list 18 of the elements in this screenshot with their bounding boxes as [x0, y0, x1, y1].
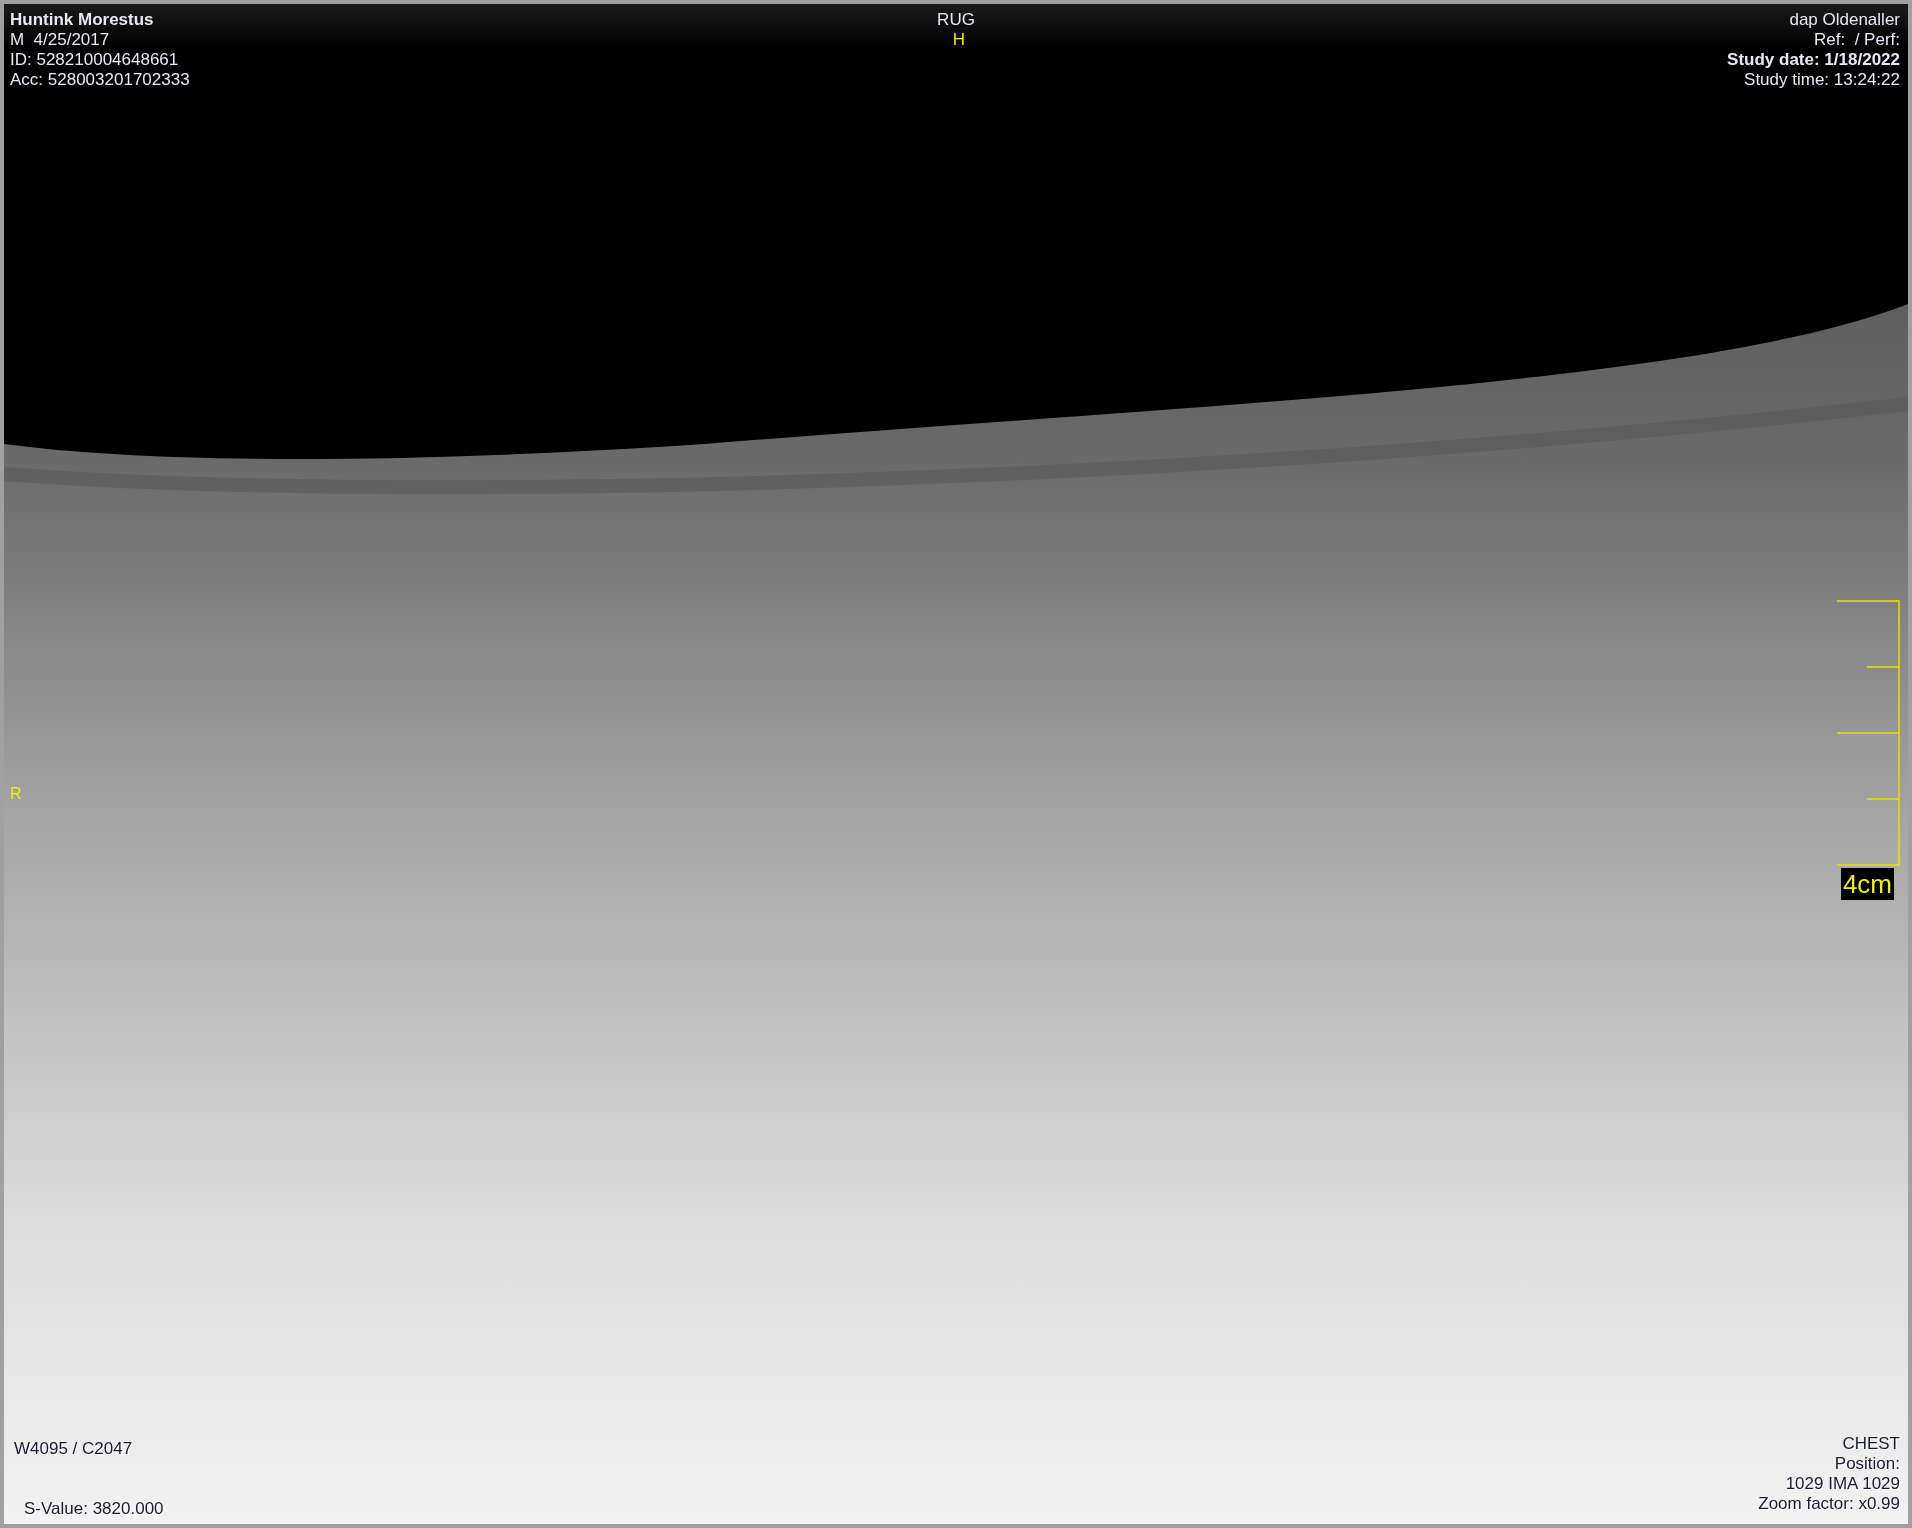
image-info-text: 1029 IMA 1029 [1785, 1474, 1900, 1494]
study-info-text: Study date: 1/18/2022 [1727, 50, 1900, 70]
study-info-text: dap Oldenaller [1789, 10, 1900, 30]
image-info-text: Position: [1834, 1454, 1900, 1474]
study-info-text: Study time: 13:24:22 [1744, 70, 1900, 90]
orientation-marker: H [952, 30, 966, 50]
scale-label: 4cm [1840, 868, 1894, 900]
patient-info-text: Acc: 528003201702333 [10, 70, 190, 90]
orientation-marker: R [10, 785, 22, 802]
institution-text: RUG [937, 10, 975, 30]
study-info-text: Ref: / Perf: [1814, 30, 1900, 50]
image-info-text: CHEST [1842, 1434, 1900, 1454]
patient-info-text: M 4/25/2017 [10, 30, 111, 50]
window-level-text: W4095 / C2047 [14, 1438, 133, 1460]
patient-info-text: ID: 528210004648661 [10, 50, 180, 70]
image-info-text: Zoom factor: x0.99 [1758, 1494, 1900, 1514]
s-value-text: S-Value: 3820.000 [24, 1498, 164, 1520]
patient-info-text: Huntink Morestus [10, 10, 155, 30]
